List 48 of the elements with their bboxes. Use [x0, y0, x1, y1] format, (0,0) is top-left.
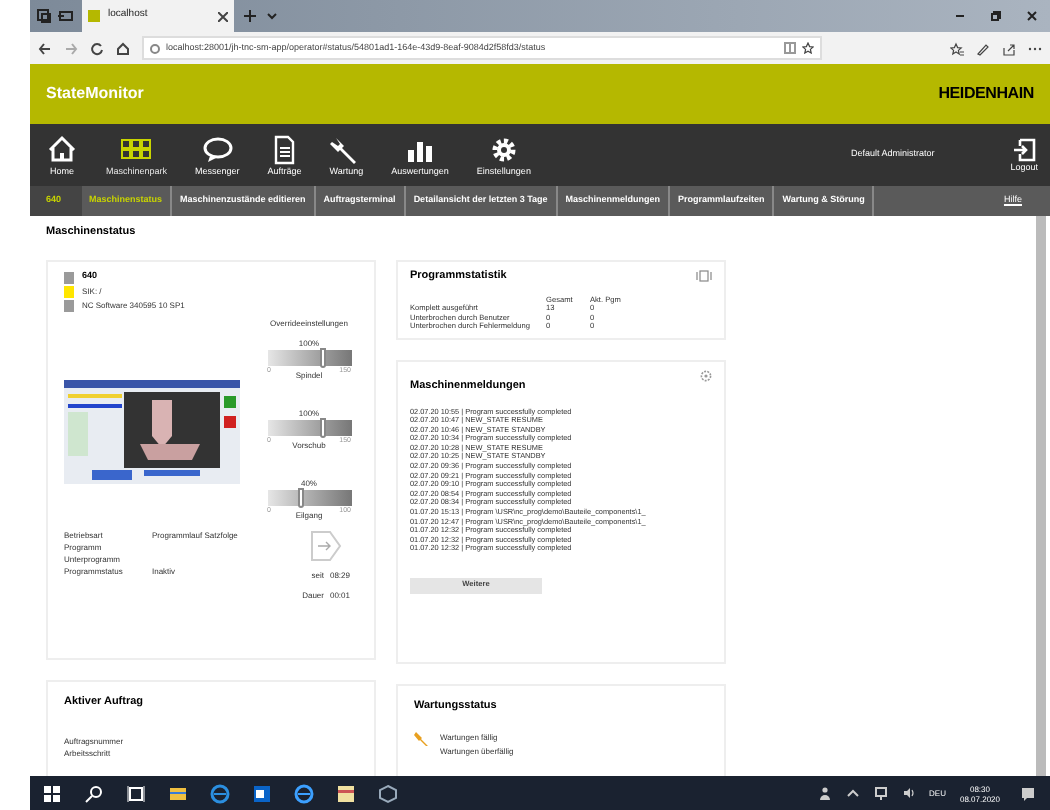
- new-tab-icon[interactable]: [242, 8, 258, 24]
- tab-aside-icon[interactable]: [58, 8, 74, 24]
- mail-icon[interactable]: [252, 783, 272, 803]
- folder-icon[interactable]: [168, 783, 188, 803]
- close-icon[interactable]: [218, 11, 228, 21]
- slider-track[interactable]: [267, 420, 351, 436]
- slider-track[interactable]: [267, 350, 351, 366]
- pen-icon[interactable]: [976, 41, 990, 55]
- app-title: StateMonitor: [46, 82, 144, 106]
- chevron-down-icon[interactable]: [266, 10, 278, 22]
- favorites-icon[interactable]: [950, 41, 964, 55]
- scrollbar[interactable]: [1036, 216, 1046, 776]
- slider-thumb[interactable]: [320, 348, 326, 368]
- refresh-icon[interactable]: [90, 41, 104, 55]
- speech-bubble-icon: [201, 133, 234, 165]
- tab-list-icon[interactable]: [36, 8, 52, 24]
- wrench-icon: [414, 730, 430, 746]
- share-icon[interactable]: [1002, 41, 1016, 55]
- notification-icon[interactable]: [1020, 785, 1036, 801]
- slider-track[interactable]: [267, 490, 351, 506]
- back-icon[interactable]: [38, 41, 52, 55]
- home-icon[interactable]: [116, 41, 130, 55]
- settings-icon: [487, 133, 520, 165]
- person-icon[interactable]: [817, 786, 832, 800]
- task-view-icon[interactable]: [126, 783, 146, 803]
- app-window-icon[interactable]: [336, 783, 356, 803]
- chevron-up-icon[interactable]: [845, 786, 860, 800]
- minimize-icon[interactable]: [954, 10, 966, 22]
- search-icon[interactable]: [84, 783, 104, 803]
- home-icon: [46, 133, 78, 165]
- windows-start-icon[interactable]: [42, 783, 62, 803]
- logout-icon: [1012, 137, 1037, 161]
- favicon-icon: [88, 10, 100, 22]
- network-icon[interactable]: [873, 786, 888, 800]
- slider-thumb[interactable]: [320, 418, 326, 438]
- browser-e-icon[interactable]: [210, 783, 230, 803]
- grid-icon: [120, 133, 153, 165]
- close-icon[interactable]: [1026, 10, 1038, 22]
- arrow-sign-icon: [310, 530, 342, 562]
- star-icon[interactable]: [802, 42, 814, 54]
- brand-logo: HEIDENHAIN: [938, 82, 1034, 106]
- slider-thumb[interactable]: [297, 488, 304, 508]
- speaker-icon[interactable]: [901, 786, 916, 800]
- settings-icon[interactable]: [700, 370, 712, 383]
- info-icon: [150, 43, 160, 53]
- restore-icon[interactable]: [990, 10, 1002, 22]
- reading-view-icon[interactable]: [784, 42, 796, 54]
- browser-e-icon[interactable]: [294, 783, 314, 803]
